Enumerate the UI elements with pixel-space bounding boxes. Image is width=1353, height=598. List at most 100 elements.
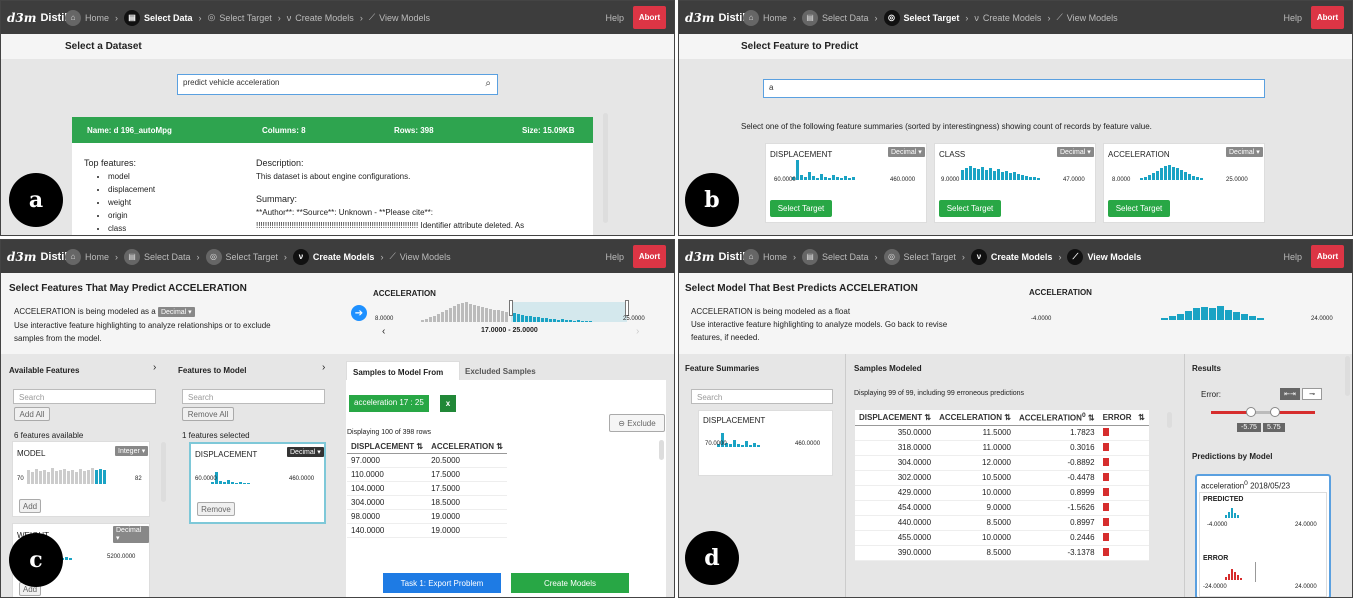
table-row[interactable]: 350.0000 11.5000 1.7823 <box>855 425 1149 441</box>
feature-card-class[interactable]: CLASS Decimal ▾ 9.0000 47.0000 Select Ta… <box>934 143 1096 223</box>
column-header[interactable]: DISPLACEMENT ⇅ <box>347 440 428 454</box>
table-row[interactable]: 318.0000 11.0000 0.3016 <box>855 440 1149 456</box>
crumb-view-models[interactable]: ⟋ View Models <box>389 251 450 262</box>
scrollbar[interactable] <box>659 440 664 460</box>
type-dropdown[interactable]: Decimal ▾ <box>1057 147 1094 157</box>
column-header[interactable]: ACCELERATION ⇅ <box>427 440 507 454</box>
tab-excluded-samples[interactable]: Excluded Samples <box>459 363 542 380</box>
crumb-home[interactable]: ⌂ Home <box>65 248 109 265</box>
dataset-result-card[interactable]: Name: d 196_autoMpg Columns: 8 Rows: 398… <box>72 117 593 235</box>
select-target-button[interactable]: Select Target <box>939 200 1001 217</box>
crumb-select-target[interactable]: ◎ Select Target <box>883 9 959 26</box>
range-handle-right[interactable] <box>625 300 629 316</box>
abort-button[interactable]: Abort <box>633 245 666 268</box>
search-input[interactable]: Search <box>182 389 325 404</box>
chevron-left-icon[interactable]: ‹ <box>382 326 385 337</box>
scrollbar[interactable] <box>1345 356 1350 396</box>
crumb-select-data[interactable]: ▤ Select Data <box>802 9 869 26</box>
crumb-create-models[interactable]: ν Create Models <box>287 13 354 23</box>
crumb-home[interactable]: ⌂ Home <box>65 9 109 26</box>
feature-search-input[interactable]: a <box>763 79 1265 98</box>
crumb-select-data[interactable]: ▤ Select Data <box>124 9 193 26</box>
abort-button[interactable]: Abort <box>1311 6 1344 29</box>
crumb-select-target[interactable]: ◎ Select Target <box>208 12 272 23</box>
search-input[interactable]: Search <box>13 389 156 404</box>
search-input[interactable]: Search <box>691 389 833 404</box>
crumb-create-models[interactable]: ν Create Models <box>974 13 1041 23</box>
table-row[interactable]: 110.0000 17.5000 <box>347 467 507 482</box>
histogram[interactable] <box>792 158 856 180</box>
scrollbar[interactable] <box>161 442 166 502</box>
app-logo[interactable]: d3m Distil <box>685 250 745 264</box>
table-row[interactable]: 390.0000 8.5000 -3.1378 <box>855 545 1149 561</box>
abort-button[interactable]: Abort <box>1311 245 1344 268</box>
dataset-name[interactable]: Name: d 196_autoMpg <box>87 126 172 135</box>
model-result-card[interactable]: acceleration0 2018/05/23 PREDICTED -4.00… <box>1195 474 1331 597</box>
export-problem-button[interactable]: Task 1: Export Problem <box>383 573 501 593</box>
error-slider-handle-high[interactable] <box>1270 407 1280 417</box>
feature-card-model[interactable]: MODEL Integer ▾ 70 82 Add <box>12 441 150 517</box>
table-row[interactable]: 454.0000 9.0000 -1.5626 <box>855 500 1149 516</box>
crumb-view-models[interactable]: ⟋ View Models <box>1056 12 1117 23</box>
type-dropdown[interactable]: Decimal ▾ <box>113 526 149 543</box>
feature-card-displacement[interactable]: DISPLACEMENT Decimal ▾ 60.0000 460.0000 … <box>765 143 927 223</box>
type-dropdown[interactable]: Decimal ▾ <box>888 147 925 157</box>
create-models-button[interactable]: Create Models <box>511 573 629 593</box>
scrollbar[interactable] <box>603 113 608 223</box>
target-histogram[interactable] <box>421 300 509 322</box>
type-dropdown[interactable]: Decimal ▾ <box>287 447 324 457</box>
crumb-create-models[interactable]: ν Create Models <box>970 248 1052 265</box>
column-header[interactable]: ACCELERATION0 ⇅ <box>1014 410 1099 426</box>
table-row[interactable]: 440.0000 8.5000 0.8997 <box>855 515 1149 531</box>
crumb-select-data[interactable]: ▤ Select Data <box>124 248 191 265</box>
add-all-button[interactable]: Add All <box>14 407 50 421</box>
crumb-create-models[interactable]: ν Create Models <box>292 248 374 265</box>
selected-histogram[interactable] <box>513 300 593 322</box>
remove-all-button[interactable]: Remove All <box>182 407 234 421</box>
table-row[interactable]: 104.0000 17.5000 <box>347 481 507 496</box>
predicted-histogram[interactable] <box>1225 504 1240 518</box>
table-row[interactable]: 98.0000 19.0000 <box>347 509 507 524</box>
type-dropdown[interactable]: Decimal ▾ <box>157 307 195 317</box>
feature-card-acceleration[interactable]: ACCELERATION Decimal ▾ 8.0000 25.0000 Se… <box>1103 143 1265 223</box>
add-feature-button[interactable]: Add <box>19 499 41 513</box>
symmetric-error-icon[interactable]: ⇤⇥ <box>1280 388 1300 400</box>
select-target-button[interactable]: Select Target <box>770 200 832 217</box>
crumb-select-target[interactable]: ◎ Select Target <box>883 248 956 265</box>
crumb-view-models[interactable]: ⟋ View Models <box>1067 248 1141 265</box>
select-target-button[interactable]: Select Target <box>1108 200 1170 217</box>
tab-samples-to-model[interactable]: Samples to Model From <box>346 361 460 381</box>
table-row[interactable]: 97.0000 20.5000 <box>347 453 507 468</box>
help-link[interactable]: Help <box>605 13 624 23</box>
histogram[interactable] <box>1140 158 1204 180</box>
scrollbar[interactable] <box>1167 412 1172 428</box>
type-dropdown[interactable]: Decimal ▾ <box>1226 147 1263 157</box>
crumb-view-models[interactable]: ⟋ View Models <box>369 12 430 23</box>
crumb-home[interactable]: ⌂ Home <box>743 9 787 26</box>
dataset-search-input[interactable]: predict vehicle acceleration ⌕ <box>177 74 498 95</box>
exclude-button[interactable]: ⊖ Exclude <box>609 414 665 432</box>
close-icon[interactable]: x <box>440 395 456 412</box>
histogram[interactable] <box>961 158 1041 180</box>
histogram[interactable] <box>211 462 251 484</box>
error-histogram[interactable] <box>1225 566 1243 580</box>
help-link[interactable]: Help <box>605 252 624 262</box>
chevron-right-icon[interactable]: › <box>153 362 156 373</box>
abort-button[interactable]: Abort <box>633 6 666 29</box>
crumb-select-target[interactable]: ◎ Select Target <box>205 248 278 265</box>
error-slider-handle-low[interactable] <box>1246 407 1256 417</box>
app-logo[interactable]: d3m Distil <box>7 11 67 25</box>
remove-feature-button[interactable]: Remove <box>197 502 235 516</box>
chevron-right-icon[interactable]: › <box>636 326 639 337</box>
help-link[interactable]: Help <box>1283 13 1302 23</box>
column-header[interactable]: ERROR ⇅ <box>1098 410 1149 426</box>
range-handle-left[interactable] <box>509 300 513 316</box>
asymmetric-error-icon[interactable]: ⊸ <box>1302 388 1322 400</box>
arrow-right-icon[interactable]: ➔ <box>351 305 367 321</box>
dataset-result-header[interactable]: Name: d 196_autoMpg Columns: 8 Rows: 398… <box>72 117 593 143</box>
column-header[interactable]: DISPLACEMENT ⇅ <box>855 410 936 426</box>
summary-card-displacement[interactable]: DISPLACEMENT 70.0000 460.0000 <box>698 410 833 476</box>
table-row[interactable]: 304.0000 18.5000 <box>347 495 507 510</box>
table-row[interactable]: 455.0000 10.0000 0.2446 <box>855 530 1149 546</box>
model-feature-card-displacement[interactable]: DISPLACEMENT Decimal ▾ 60.0000 460.0000 … <box>189 442 326 524</box>
